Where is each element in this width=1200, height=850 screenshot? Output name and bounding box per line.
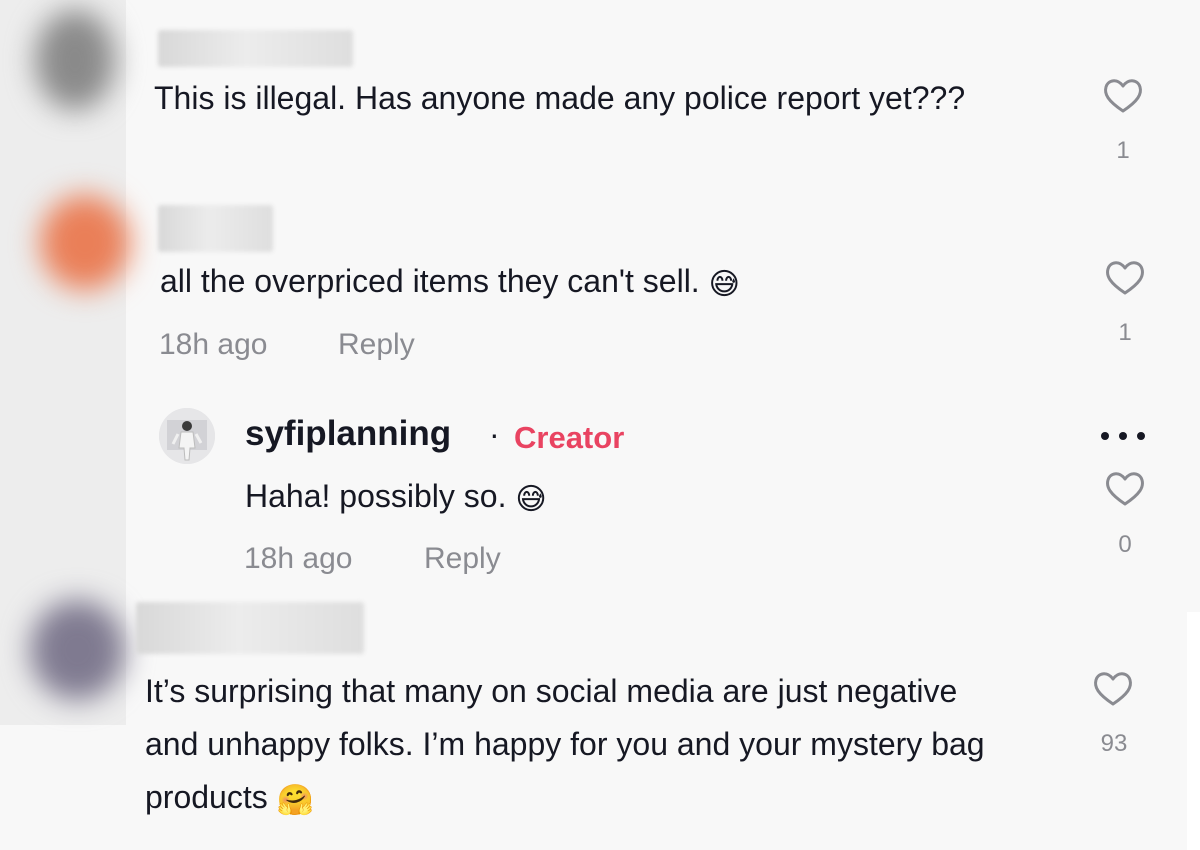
reply-button[interactable]: Reply bbox=[424, 542, 501, 576]
like-count: 1 bbox=[1118, 319, 1132, 346]
comment-body: all the overpriced items they can't sell… bbox=[160, 263, 700, 299]
reply-button[interactable]: Reply bbox=[338, 328, 415, 362]
separator-dot: · bbox=[489, 416, 500, 452]
heart-outline-icon[interactable] bbox=[1104, 468, 1146, 510]
comment-text: It’s surprising that many on social medi… bbox=[145, 665, 1015, 827]
creator-avatar[interactable] bbox=[159, 408, 215, 464]
like-count: 93 bbox=[1100, 730, 1128, 757]
heart-outline-icon[interactable] bbox=[1104, 257, 1146, 299]
sweat-smile-emoji: 😅 bbox=[708, 267, 740, 302]
comment-text: This is illegal. Has anyone made any pol… bbox=[154, 80, 966, 116]
comment-timestamp: 18h ago bbox=[159, 328, 268, 361]
heart-outline-icon[interactable] bbox=[1092, 668, 1134, 710]
more-dots-icon[interactable] bbox=[1097, 428, 1153, 444]
comment-body: It’s surprising that many on social medi… bbox=[145, 673, 985, 815]
like-count: 0 bbox=[1118, 531, 1132, 558]
comment-body: Haha! possibly so. bbox=[245, 478, 507, 514]
heart-outline-icon[interactable] bbox=[1102, 75, 1144, 117]
comment-text: all the overpriced items they can't sell… bbox=[160, 255, 1060, 311]
like-count: 1 bbox=[1116, 137, 1130, 164]
sweat-smile-emoji: 😅 bbox=[515, 482, 547, 517]
blurred-avatar[interactable] bbox=[30, 600, 125, 700]
comments-panel: This is illegal. Has anyone made any pol… bbox=[0, 0, 1200, 850]
avatar-column bbox=[0, 0, 130, 725]
edge-strip bbox=[1187, 612, 1200, 850]
comment-text: Haha! possibly so. 😅 bbox=[245, 470, 1045, 526]
hugging-face-emoji: 🤗 bbox=[276, 783, 314, 818]
blurred-username[interactable] bbox=[158, 30, 353, 67]
blurred-username[interactable] bbox=[158, 205, 273, 252]
comment-timestamp: 18h ago bbox=[244, 542, 353, 575]
blurred-avatar[interactable] bbox=[35, 10, 115, 110]
creator-username[interactable]: syfiplanning bbox=[245, 414, 451, 454]
blurred-avatar[interactable] bbox=[40, 195, 130, 290]
blurred-username[interactable] bbox=[136, 602, 364, 654]
creator-badge: Creator bbox=[514, 420, 625, 455]
